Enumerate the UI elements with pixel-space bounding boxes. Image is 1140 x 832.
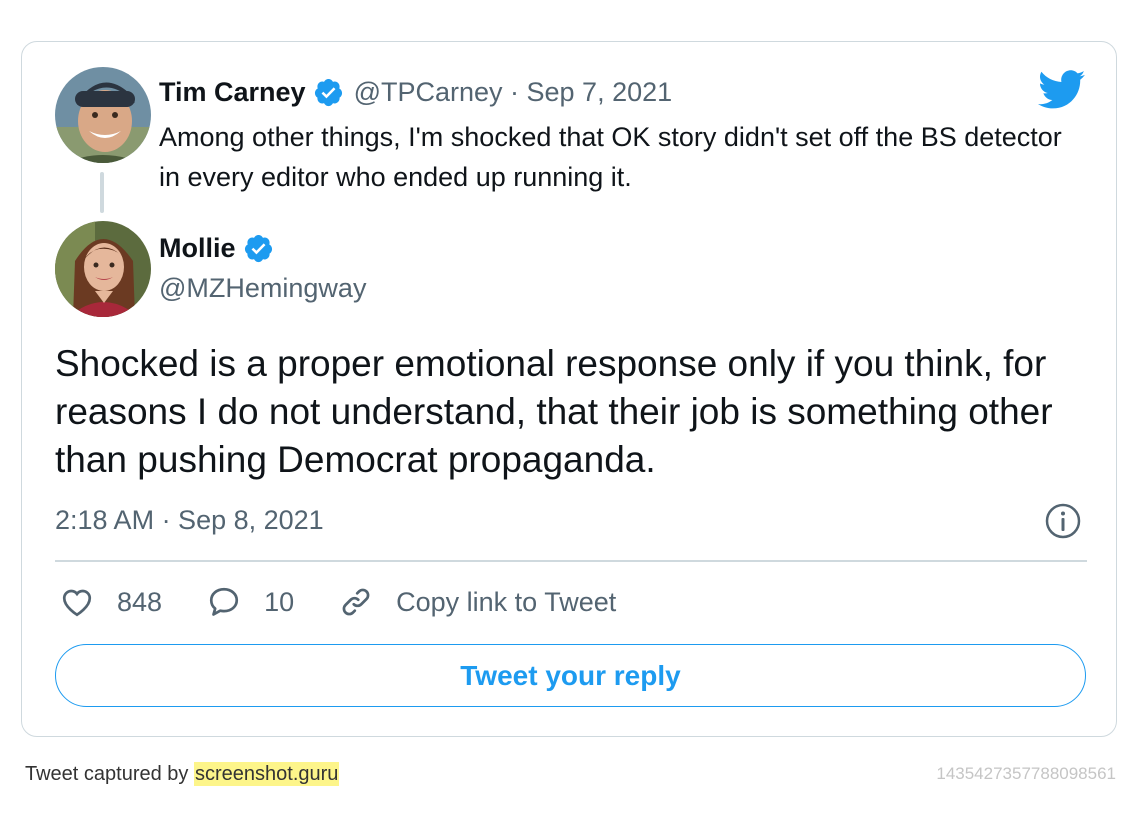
tweet-timestamp[interactable]: 2:18 AM · Sep 8, 2021: [55, 502, 324, 538]
main-author-name[interactable]: Mollie: [159, 233, 236, 264]
footer-caption: Tweet captured by screenshot.guru: [25, 762, 340, 786]
main-author-handle[interactable]: @MZHemingway: [159, 270, 366, 306]
quoted-tweet-header: Tim Carney @TPCarney · Sep 7, 2021: [159, 74, 672, 110]
screenshot-guru-link[interactable]: screenshot.guru: [194, 762, 340, 786]
info-icon[interactable]: [1044, 502, 1082, 540]
divider: [55, 560, 1087, 562]
like-count: 848: [117, 586, 163, 617]
copy-link-label: Copy link to Tweet: [396, 586, 617, 617]
captured-by-label: Tweet captured by: [25, 763, 189, 785]
verified-badge-icon: [313, 77, 344, 108]
reply-count-button[interactable]: 10: [206, 584, 294, 620]
link-icon: [338, 584, 374, 620]
tim-carney-avatar[interactable]: [55, 67, 151, 163]
quoted-tweet-text: Among other things, I'm shocked that OK …: [159, 122, 1062, 192]
reply-count: 10: [264, 586, 295, 617]
copy-link-button[interactable]: Copy link to Tweet: [338, 584, 616, 620]
main-tweet-text: Shocked is a proper emotional response o…: [55, 343, 1053, 480]
quoted-author-name[interactable]: Tim Carney: [159, 77, 306, 108]
heart-icon: [59, 584, 95, 620]
twitter-bird-icon[interactable]: [1038, 70, 1086, 110]
quoted-handle-date[interactable]: @TPCarney · Sep 7, 2021: [354, 77, 673, 108]
thread-connector-line: [100, 172, 104, 213]
main-author-name-row: Mollie: [159, 230, 284, 266]
reply-bubble-icon: [206, 584, 242, 620]
tweet-id: 1435427357788098561: [936, 764, 1116, 783]
tweet-your-reply-button[interactable]: Tweet your reply: [55, 644, 1086, 707]
tweet-card: Tim Carney @TPCarney · Sep 7, 2021 Among…: [21, 41, 1117, 737]
like-button[interactable]: 848: [59, 584, 162, 620]
tweet-actions: 848 10 Copy link to Tweet: [59, 582, 660, 622]
verified-badge-icon: [243, 233, 274, 264]
mollie-avatar[interactable]: [55, 221, 151, 317]
